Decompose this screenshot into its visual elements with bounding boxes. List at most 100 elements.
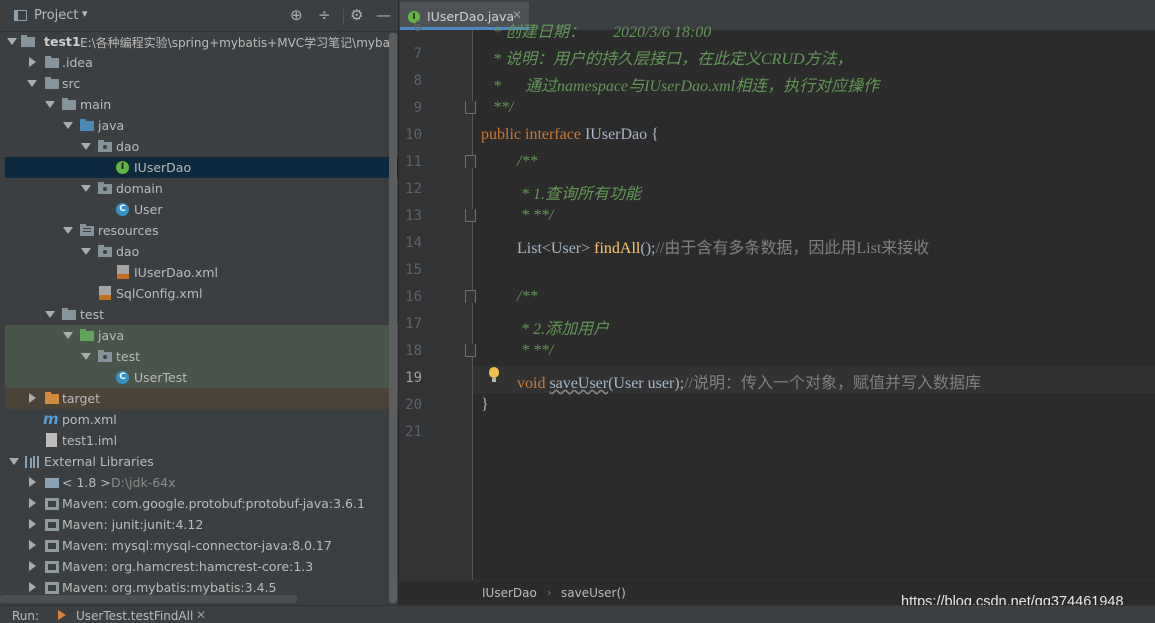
project-tool-window: Project ▾ ⊕ ÷ ⚙ — test1 E:\各种编程实验\spring… [0,0,399,605]
fold-end-icon[interactable] [465,101,476,114]
line-number: 6 [413,19,422,35]
line-number: 9 [413,100,422,116]
method-saveuser: saveUser [549,375,609,392]
tree-item-maven-hamcrest[interactable]: Maven: org.hamcrest:hamcrest-core:1.3 [5,556,398,577]
collapsed-arrow-icon[interactable] [29,561,36,571]
tree-item-label: Maven: com.google.protobuf:protobuf-java… [62,496,365,511]
fold-end-icon[interactable] [465,344,476,357]
tree-item-maven-mysql[interactable]: Maven: mysql:mysql-connector-java:8.0.17 [5,535,398,556]
fold-start-icon[interactable] [465,290,476,303]
breadcrumb-item-saveuser[interactable]: saveUser() [561,586,626,600]
expanded-arrow-icon[interactable] [9,458,19,465]
tree-item-test1[interactable]: test1 E:\各种编程实验\spring+mybatis+MVC学习笔记\m… [5,31,398,52]
tree-item-target[interactable]: target [5,388,398,409]
expanded-arrow-icon[interactable] [63,122,73,129]
tree-item-label: pom.xml [62,412,117,427]
tree-item-sqlconfig-xml[interactable]: SqlConfig.xml [5,283,398,304]
expanded-arrow-icon[interactable] [81,353,91,360]
excluded-folder-icon [45,392,59,404]
tree-item-jdk[interactable]: < 1.8 > D:\jdk-64x [5,472,398,493]
tree-item-user[interactable]: C User [5,199,398,220]
tree-item-test[interactable]: test [5,304,398,325]
code-line-10: public interface IUserDao { [481,126,659,144]
breadcrumb-separator: › [547,586,552,599]
tree-item-iuserdao-xml[interactable]: IUserDao.xml [5,262,398,283]
fold-start-icon[interactable] [465,155,476,168]
breadcrumb-item-iuserdao[interactable]: IUserDao [482,586,537,600]
tree-item-test-package[interactable]: test [5,346,398,367]
gear-icon[interactable]: ⚙ [350,6,363,24]
tree-item-maven-junit[interactable]: Maven: junit:junit:4.12 [5,514,398,535]
code-line-9: **/ [489,99,514,116]
tree-item-usertest[interactable]: C UserTest [5,367,398,388]
library-icon [25,456,39,468]
fold-end-icon[interactable] [465,209,476,222]
tree-item-resources[interactable]: resources [5,220,398,241]
chevron-down-icon[interactable]: ▾ [82,7,88,20]
expanded-arrow-icon[interactable] [7,38,17,45]
expanded-arrow-icon[interactable] [27,80,37,87]
project-view-selector[interactable]: Project [34,8,78,23]
tree-item-label: dao [116,139,140,154]
collapsed-arrow-icon[interactable] [29,57,36,67]
tree-item-iuserdao[interactable]: I IUserDao [5,157,398,178]
tree-item-label: test [80,307,105,322]
run-config-icon [58,610,66,620]
expanded-arrow-icon[interactable] [81,185,91,192]
collapse-all-icon[interactable]: ÷ [318,6,331,24]
tree-item-label: Maven: org.mybatis:mybatis:3.4.5 [62,580,277,595]
source-folder-icon [80,119,94,131]
run-tab-usertest[interactable]: UserTest.testFindAll [76,609,193,623]
tree-item-label: .idea [62,55,93,70]
collapsed-arrow-icon[interactable] [29,519,36,529]
vertical-scrollbar[interactable] [389,33,397,603]
expanded-arrow-icon[interactable] [63,227,73,234]
tree-item-main[interactable]: main [5,94,398,115]
code-editor[interactable]: I IUserDao.java ✕ 6 7 8 9 10 11 12 13 14… [399,0,1155,605]
expanded-arrow-icon[interactable] [45,311,55,318]
package-icon [98,182,112,194]
class-icon: C [116,203,129,216]
tree-item-dao[interactable]: dao [5,136,398,157]
collapsed-arrow-icon[interactable] [29,393,36,403]
lightbulb-icon[interactable] [489,367,499,382]
tree-item-pom-xml[interactable]: m pom.xml [5,409,398,430]
tree-item-label: test1.iml [62,433,118,448]
keyword-void: void [517,375,546,392]
tree-item-idea[interactable]: .idea [5,52,398,73]
line-number: 21 [405,424,422,440]
package-icon [98,140,112,152]
tree-item-src[interactable]: src [5,73,398,94]
xml-file-icon [99,286,111,300]
collapsed-arrow-icon[interactable] [29,540,36,550]
collapsed-arrow-icon[interactable] [29,498,36,508]
line-number-current: 19 [405,370,422,386]
expanded-arrow-icon[interactable] [81,143,91,150]
tree-item-external-libraries[interactable]: External Libraries [5,451,398,472]
code-line-8: * 通过namespace与IUserDao.xml相连，执行对应操作 [489,78,880,95]
horizontal-scrollbar[interactable] [0,595,297,603]
expanded-arrow-icon[interactable] [45,101,55,108]
tree-item-java[interactable]: java [5,115,398,136]
tree-item-label: java [98,328,125,343]
line-number: 10 [405,127,422,143]
tree-item-label: External Libraries [44,454,154,469]
tree-item-test1-iml[interactable]: test1.iml [5,430,398,451]
expanded-arrow-icon[interactable] [63,332,73,339]
method-parens: (); [640,240,656,257]
tree-item-resources-dao[interactable]: dao [5,241,398,262]
collapsed-arrow-icon[interactable] [29,477,36,487]
run-label: Run: [12,609,40,623]
keyword-public: public [481,126,521,143]
collapsed-arrow-icon[interactable] [29,582,36,592]
tree-item-maven-protobuf[interactable]: Maven: com.google.protobuf:protobuf-java… [5,493,398,514]
hide-panel-icon[interactable]: — [376,6,391,24]
tree-item-domain[interactable]: domain [5,178,398,199]
locate-file-icon[interactable]: ⊕ [290,6,303,24]
run-tool-bar: Run: UserTest.testFindAll ✕ [0,605,1155,623]
tree-item-label: IUserDao [134,160,192,175]
maven-library-icon [45,498,59,510]
tree-item-test-java[interactable]: java [5,325,398,346]
expanded-arrow-icon[interactable] [81,248,91,255]
close-icon[interactable]: ✕ [196,608,206,622]
